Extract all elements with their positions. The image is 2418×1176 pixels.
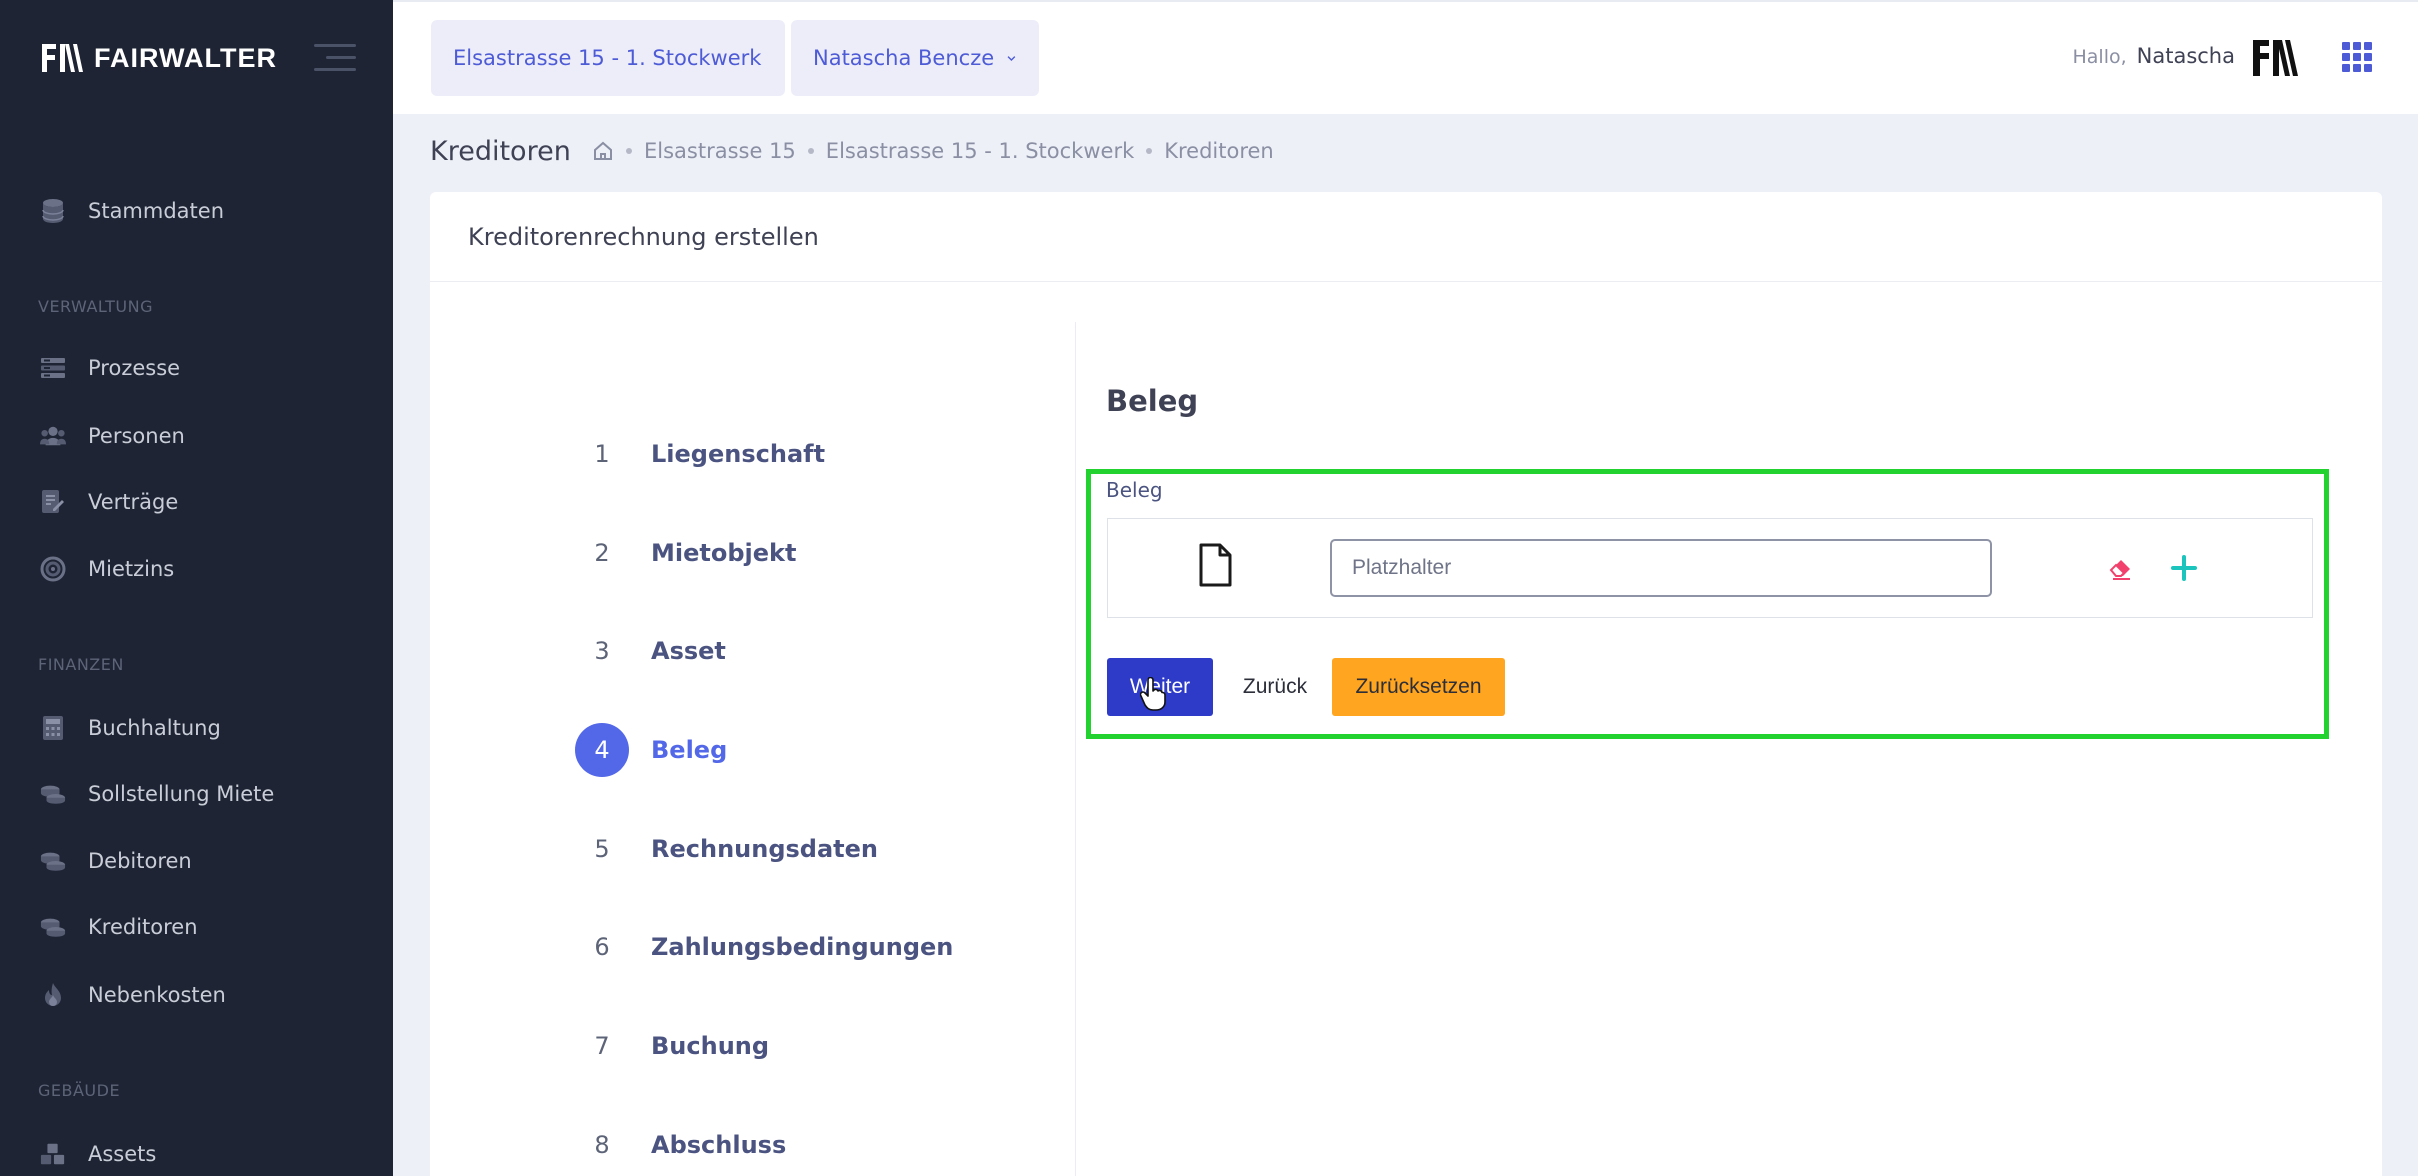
wizard-step-rechnungsdaten[interactable]: 5 Rechnungsdaten [575, 822, 878, 876]
document-name-input[interactable] [1330, 539, 1992, 597]
wizard-card: Kreditorenrechnung erstellen 1 Liegensch… [430, 192, 2382, 1176]
contract-icon [40, 489, 66, 515]
sidebar: FAIRWALTER Stammdaten VERWALTUNG Prozess… [0, 0, 393, 1176]
fairwalter-logo-icon [42, 44, 83, 72]
step-number: 8 [594, 1131, 610, 1159]
step-label: Zahlungsbedingungen [651, 933, 954, 961]
step-number: 6 [594, 933, 610, 961]
sidebar-item-assets[interactable]: Assets [40, 1134, 156, 1174]
breadcrumb-separator [626, 148, 632, 154]
wizard-step-mietobjekt[interactable]: 2 Mietobjekt [575, 526, 796, 580]
card-header: Kreditorenrechnung erstellen [430, 192, 2382, 282]
document-upload-row [1107, 518, 2313, 618]
chevron-down-icon [1007, 56, 1016, 61]
wizard-divider [1075, 322, 1076, 1176]
eraser-icon[interactable] [2108, 555, 2134, 581]
coins-icon [40, 848, 66, 874]
breadcrumb-item[interactable]: Elsastrasse 15 [644, 139, 796, 163]
step-label: Liegenschaft [651, 440, 826, 468]
brand-name: FAIRWALTER [94, 42, 277, 73]
property-select-value: Elsastrasse 15 - 1. Stockwerk [453, 46, 762, 70]
sidebar-item-vertraege[interactable]: Verträge [40, 482, 178, 522]
sidebar-item-label: Kreditoren [88, 915, 198, 939]
step-label: Beleg [651, 736, 728, 764]
wizard-step-buchung[interactable]: 7 Buchung [575, 1019, 769, 1073]
breadcrumb-item[interactable]: Elsastrasse 15 - 1. Stockwerk [826, 139, 1134, 163]
boxes-icon [40, 1141, 66, 1167]
sidebar-item-mietzins[interactable]: Mietzins [40, 549, 174, 589]
coins-icon [40, 781, 66, 807]
sidebar-item-label: Assets [88, 1142, 157, 1166]
reset-button[interactable]: Zurücksetzen [1332, 658, 1505, 716]
step-number: 3 [594, 637, 610, 665]
sidebar-item-sollstellung-miete[interactable]: Sollstellung Miete [40, 774, 274, 814]
sidebar-item-prozesse[interactable]: Prozesse [40, 348, 180, 388]
wizard-step-liegenschaft[interactable]: 1 Liegenschaft [575, 427, 825, 481]
sidebar-item-label: Nebenkosten [88, 983, 226, 1007]
sidebar-section-verwaltung: VERWALTUNG [38, 297, 153, 316]
breadcrumb-separator [807, 148, 814, 154]
wizard-step-abschluss[interactable]: 8 Abschluss [575, 1118, 786, 1172]
step-label: Mietobjekt [651, 539, 797, 567]
calculator-icon [40, 715, 66, 741]
back-button[interactable]: Zurück [1230, 658, 1320, 716]
step-label: Buchung [651, 1032, 770, 1060]
home-icon[interactable] [592, 140, 614, 162]
section-title: Beleg [1106, 384, 1199, 418]
fire-icon [40, 982, 66, 1008]
breadcrumb-item[interactable]: Kreditoren [1164, 139, 1274, 163]
brand-logo[interactable]: FAIRWALTER [40, 40, 277, 76]
file-icon[interactable] [1198, 543, 1232, 587]
wizard-step-asset[interactable]: 3 Asset [575, 624, 726, 678]
sidebar-item-label: Debitoren [88, 849, 192, 873]
wizard-step-zahlungsbedingungen[interactable]: 6 Zahlungsbedingungen [575, 920, 953, 974]
sidebar-section-gebaeude: GEBÄUDE [38, 1081, 121, 1100]
sidebar-item-label: Verträge [88, 490, 179, 514]
plus-icon[interactable] [2170, 554, 2198, 582]
field-label: Beleg [1106, 478, 1163, 502]
sidebar-toggle-icon[interactable] [314, 44, 356, 72]
user-select[interactable]: Natascha Bencze [791, 20, 1039, 96]
step-number: 1 [594, 440, 610, 468]
user-select-value: Natascha Bencze [813, 46, 995, 70]
step-label: Rechnungsdaten [651, 835, 879, 863]
step-number: 5 [594, 835, 610, 863]
apps-grid-icon[interactable] [2342, 42, 2372, 72]
sidebar-section-finanzen: FINANZEN [38, 655, 124, 674]
sidebar-item-label: Prozesse [88, 356, 181, 380]
next-button[interactable]: Weiter [1107, 658, 1213, 716]
sidebar-item-buchhaltung[interactable]: Buchhaltung [40, 708, 221, 748]
sidebar-item-label: Buchhaltung [88, 716, 221, 740]
sidebar-item-label: Mietzins [88, 557, 175, 581]
sidebar-item-debitoren[interactable]: Debitoren [40, 841, 192, 881]
sidebar-item-label: Stammdaten [88, 199, 225, 223]
sidebar-item-label: Personen [88, 424, 185, 448]
step-label: Abschluss [651, 1131, 787, 1159]
step-number: 2 [594, 539, 610, 567]
sidebar-item-kreditoren[interactable]: Kreditoren [40, 907, 198, 947]
sidebar-item-label: Sollstellung Miete [88, 782, 275, 806]
topbar: Elsastrasse 15 - 1. Stockwerk Natascha B… [393, 0, 2418, 114]
database-icon [40, 198, 66, 224]
user-greeting[interactable]: Hallo, Natascha [2072, 44, 2235, 68]
step-number: 7 [594, 1032, 610, 1060]
users-icon [40, 423, 66, 449]
sidebar-item-stammdaten[interactable]: Stammdaten [40, 191, 224, 231]
greeting-text: Hallo, [2072, 46, 2127, 68]
username: Natascha [2136, 44, 2235, 68]
wizard-step-beleg[interactable]: 4 Beleg [575, 723, 727, 777]
property-select[interactable]: Elsastrasse 15 - 1. Stockwerk [431, 20, 785, 96]
step-label: Asset [651, 637, 726, 665]
breadcrumb: Elsastrasse 15 Elsastrasse 15 - 1. Stock… [592, 139, 1274, 163]
sidebar-item-personen[interactable]: Personen [40, 416, 185, 456]
breadcrumb-separator [1146, 148, 1153, 154]
sidebar-item-nebenkosten[interactable]: Nebenkosten [40, 975, 226, 1015]
list-icon [40, 355, 66, 381]
spiral-icon [40, 556, 66, 582]
card-title: Kreditorenrechnung erstellen [468, 222, 819, 251]
avatar[interactable] [2251, 36, 2299, 80]
page-title: Kreditoren [430, 136, 571, 167]
coins-icon [40, 914, 66, 940]
step-number: 4 [575, 723, 629, 777]
